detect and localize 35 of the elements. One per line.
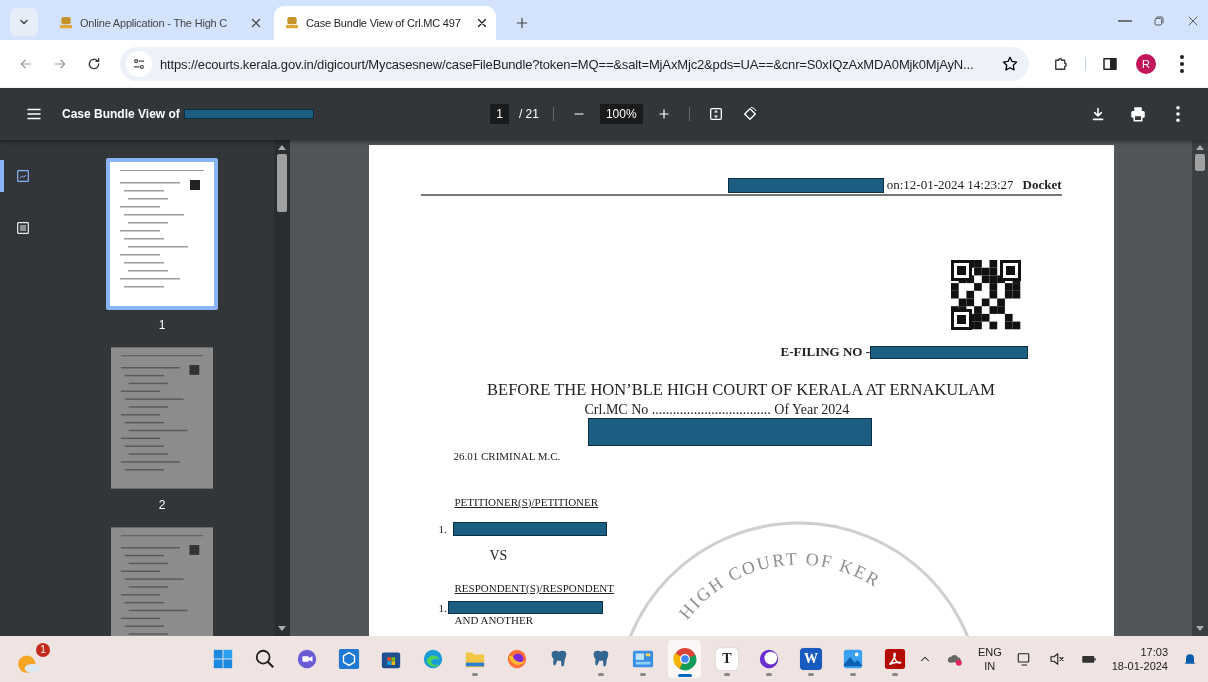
- profile-avatar[interactable]: R: [1136, 54, 1156, 74]
- clock-date[interactable]: 18-01-2024: [1111, 659, 1168, 674]
- stamp-text: on:12-01-2024 14:23:27: [886, 177, 1014, 193]
- list-number: 1.: [438, 601, 447, 614]
- url-text: https://ecourts.kerala.gov.in/digicourt/Mycasesnew/caseFileBundle?token=MQ==&salt=MjAxMjc2&pds=UA==&cnr=S0xIQzAxMDA0Mjk0MjAyN...: [160, 56, 975, 72]
- taskbar-app-button[interactable]: T: [710, 640, 744, 678]
- notification-badge: 1: [36, 642, 50, 657]
- page-label: 1: [158, 318, 166, 332]
- case-number-line: Crl.MC No .................................. Of Year 2024: [584, 402, 850, 418]
- section-heading: PETITIONER(S)/PETITIONER: [454, 496, 599, 508]
- category-text: 26.01 CRIMINAL M.C.: [453, 450, 561, 462]
- browser-tab[interactable]: Case Bundle View of Crl.MC 497: [274, 6, 496, 40]
- list-number: 1.: [438, 523, 447, 535]
- text-app-icon: T: [715, 648, 738, 670]
- court-title: BEFORE THE HON’BLE HIGH COURT OF KERALA AT ERNAKULAM: [487, 380, 995, 400]
- page-label: 2: [158, 498, 166, 512]
- tab-title: Case Bundle View of Crl.MC 497: [306, 17, 462, 29]
- browser-tab[interactable]: Online Application - The High C: [48, 6, 270, 40]
- stamp-title: Docket: [1022, 177, 1062, 193]
- party-text: AND ANOTHER: [454, 614, 534, 624]
- document-title: Case Bundle View of: [62, 107, 180, 121]
- page-count: / 21: [518, 107, 539, 121]
- page-number-field[interactable]: 1: [490, 104, 509, 124]
- document-app-icon: W: [799, 648, 822, 670]
- versus-text: VS: [489, 548, 508, 564]
- language-text[interactable]: ENG: [977, 644, 1002, 659]
- section-heading: RESPONDENT(S)/RESPONDENT: [454, 582, 614, 594]
- tab-title: Online Application - The High C: [80, 17, 229, 29]
- region-text[interactable]: IN: [984, 659, 996, 674]
- clock-time[interactable]: 17:03: [1140, 644, 1168, 659]
- zoom-field[interactable]: 100%: [599, 104, 643, 124]
- weather-widget[interactable]: 1: [16, 642, 50, 676]
- address-bar[interactable]: https://ecourts.kerala.gov.in/digicourt/Mycasesnew/caseFileBundle?token=MQ==&salt=MjAxMjc2&pds=UA==&cnr=S0xIQzAxMDA0Mjk0MjAyN...: [120, 47, 1029, 81]
- efiling-label: E-FILING NO -: [780, 344, 871, 360]
- taskbar-app-button[interactable]: W: [794, 640, 828, 678]
